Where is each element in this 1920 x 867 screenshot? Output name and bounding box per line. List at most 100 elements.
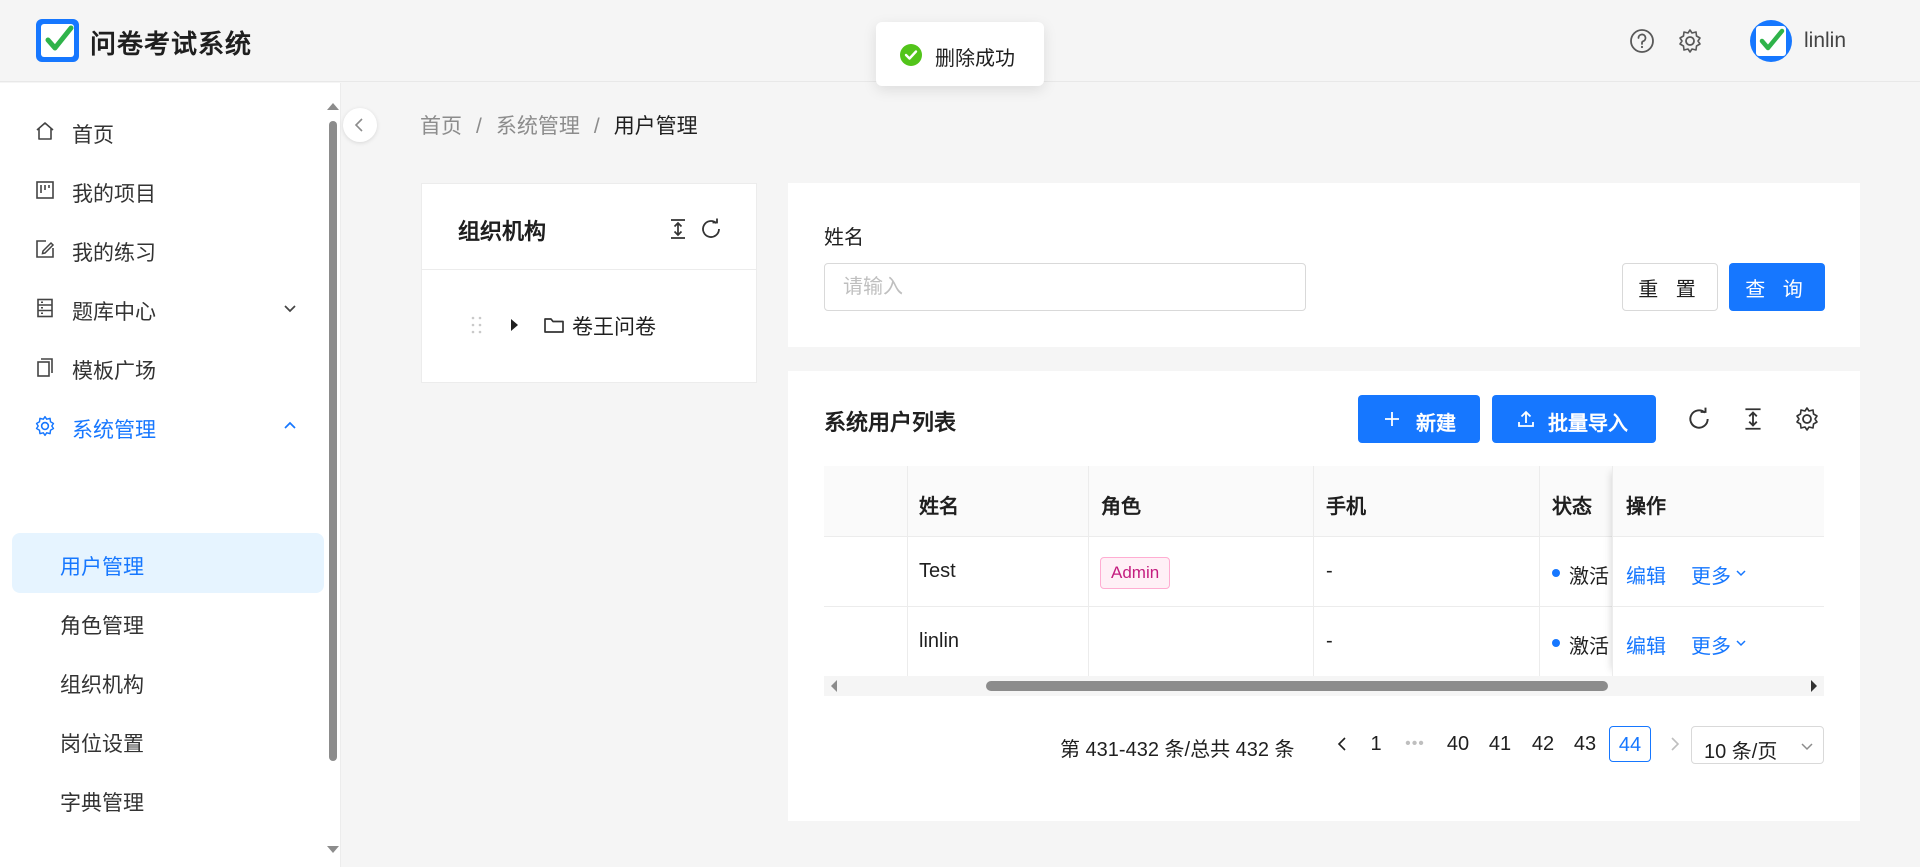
sidebar-item-label: 角色管理 [60, 615, 144, 638]
app-title: 问卷考试系统 [90, 29, 253, 59]
sidebar-item-label: 我的项目 [72, 183, 156, 206]
sidebar-item-question-bank[interactable]: 题库中心 [12, 278, 324, 338]
cell-status: 激活 [1569, 566, 1609, 588]
column-divider [1313, 466, 1314, 676]
page-43[interactable]: 43 [1570, 726, 1600, 762]
tree-node-label[interactable]: 卷王问卷 [572, 311, 656, 341]
batch-import-button[interactable]: 批量导入 [1492, 395, 1656, 443]
page-42[interactable]: 42 [1528, 726, 1558, 762]
sidebar-item-user-management[interactable]: 用户管理 [12, 533, 324, 593]
breadcrumb-system-management[interactable]: 系统管理 [496, 115, 580, 138]
sidebar-item-label: 用户管理 [60, 556, 144, 579]
divider [422, 269, 756, 270]
folder-icon [543, 315, 565, 340]
table-horizontal-scrollbar[interactable] [824, 676, 1824, 696]
scroll-left-arrow-icon [831, 680, 837, 692]
project-icon [34, 179, 56, 201]
edit-icon [34, 238, 56, 260]
pagination-total: 第 431-432 条/总共 432 条 [1060, 739, 1295, 761]
status-dot [1552, 569, 1560, 577]
page-ellipsis[interactable]: ••• [1398, 726, 1432, 762]
chevron-left-icon [354, 118, 363, 132]
name-field-label: 姓名 [824, 227, 864, 249]
scroll-down-arrow-icon [327, 846, 339, 853]
sidebar-item-label: 首页 [72, 124, 114, 147]
cell-name: linlin [919, 630, 960, 652]
caret-right-icon[interactable] [506, 316, 522, 339]
column-header-status[interactable]: 状态 [1552, 490, 1592, 519]
gear-icon[interactable] [1677, 28, 1703, 54]
cell-phone: - [1326, 630, 1333, 652]
query-button[interactable]: 查 询 [1729, 263, 1825, 311]
refresh-icon[interactable] [1686, 406, 1712, 432]
name-search-input[interactable] [824, 263, 1306, 311]
scroll-up-arrow-icon [327, 103, 339, 110]
column-header-role[interactable]: 角色 [1101, 490, 1141, 519]
sidebar-scrollbar[interactable] [326, 83, 340, 867]
org-panel-title: 组织机构 [458, 219, 547, 244]
reset-button[interactable]: 重 置 [1622, 263, 1718, 311]
page-1[interactable]: 1 [1361, 726, 1391, 762]
page-40[interactable]: 40 [1443, 726, 1473, 762]
breadcrumb-current: 用户管理 [613, 115, 698, 138]
sidebar-item-my-practice[interactable]: 我的练习 [12, 219, 324, 279]
cell-phone: - [1326, 560, 1333, 582]
plus-icon [1385, 412, 1399, 426]
column-header-phone[interactable]: 手机 [1326, 490, 1366, 519]
page-41[interactable]: 41 [1485, 726, 1515, 762]
sidebar-item-role-management[interactable]: 角色管理 [12, 592, 324, 652]
status-dot [1552, 639, 1560, 647]
app-logo [36, 19, 79, 62]
collapse-sidebar-button[interactable] [343, 108, 377, 142]
prev-page-button[interactable] [1327, 726, 1357, 762]
breadcrumb-home[interactable]: 首页 [420, 115, 462, 138]
sidebar-item-positions[interactable]: 岗位设置 [12, 710, 324, 770]
sidebar-item-my-projects[interactable]: 我的项目 [12, 160, 324, 220]
refresh-icon[interactable] [699, 217, 723, 246]
sidebar-item-organization[interactable]: 组织机构 [12, 651, 324, 711]
sidebar-item-label: 岗位设置 [60, 733, 144, 756]
check-circle-icon [900, 44, 922, 66]
chevron-down-icon [1801, 743, 1813, 751]
scroll-right-arrow-icon [1811, 680, 1817, 692]
next-page-button[interactable] [1660, 726, 1690, 762]
column-divider [907, 466, 908, 676]
chevron-down-icon [282, 300, 298, 316]
sidebar-item-label: 题库中心 [72, 301, 156, 324]
sidebar-item-label: 我的练习 [72, 242, 156, 265]
toast-message: 删除成功 [935, 48, 1015, 70]
success-toast: 删除成功 [876, 22, 1044, 86]
scrollbar-thumb[interactable] [986, 681, 1608, 691]
sidebar-item-system-management[interactable]: 系统管理 [12, 396, 324, 456]
sidebar-item-dictionary[interactable]: 字典管理 [12, 769, 324, 829]
new-button-label: 新建 [1416, 413, 1456, 435]
page-44-current[interactable]: 44 [1609, 726, 1651, 762]
new-user-button[interactable]: 新建 [1358, 395, 1480, 443]
cell-name: Test [919, 560, 956, 582]
sidebar-item-home[interactable]: 首页 [12, 101, 324, 161]
copy-icon [34, 356, 56, 378]
gear-icon[interactable] [1794, 406, 1820, 432]
search-panel: 姓名 重 置 查 询 [788, 183, 1860, 347]
question-circle-icon[interactable] [1629, 28, 1655, 54]
drag-handle-icon[interactable] [470, 315, 484, 340]
username[interactable]: linlin [1804, 29, 1846, 53]
gear-icon [34, 415, 56, 437]
column-height-icon[interactable] [1740, 406, 1766, 432]
avatar[interactable] [1750, 20, 1792, 62]
upload-icon [1518, 410, 1534, 427]
page-size-select[interactable]: 10 条/页 [1691, 726, 1824, 764]
scrollbar-thumb[interactable] [329, 121, 337, 761]
sidebar-item-label: 模板广场 [72, 360, 156, 383]
user-table-panel: 系统用户列表 新建 批量导入 姓名 角色 手机 状态 操作 Test Admin… [788, 371, 1860, 821]
sidebar-item-label: 组织机构 [60, 674, 144, 697]
user-table: 姓名 角色 手机 状态 操作 Test Admin - 激活 编辑 更多 lin… [824, 466, 1824, 676]
column-header-name[interactable]: 姓名 [919, 490, 959, 519]
role-tag: Admin [1100, 557, 1171, 589]
page-size-value: 10 条/页 [1704, 741, 1778, 763]
sidebar-item-templates[interactable]: 模板广场 [12, 337, 324, 397]
column-divider [1088, 466, 1089, 676]
table-title: 系统用户列表 [824, 410, 957, 435]
breadcrumb: 首页 / 系统管理 / 用户管理 [420, 115, 698, 138]
expand-all-icon[interactable] [666, 217, 690, 246]
